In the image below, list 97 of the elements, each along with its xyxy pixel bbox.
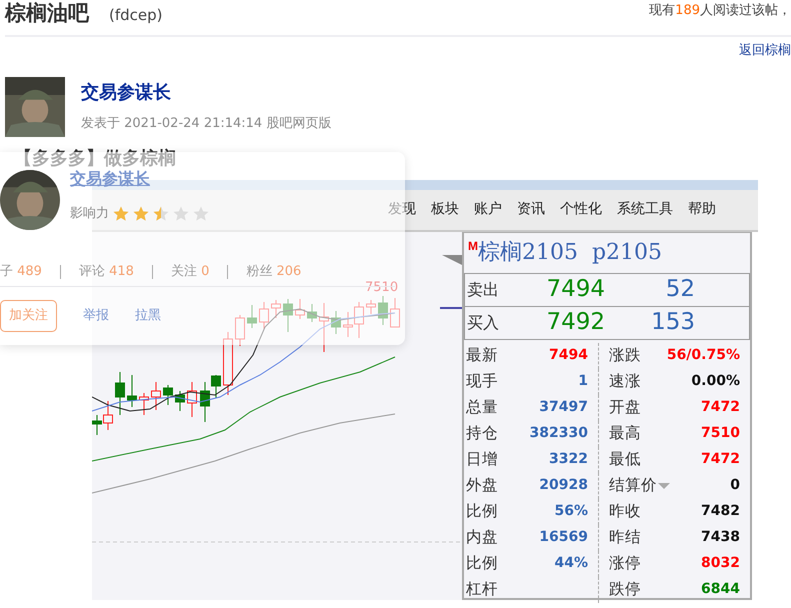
quote-value: 7472	[701, 450, 740, 469]
stat-text: 粉丝 206	[227, 264, 320, 278]
quote-label: 昨收	[609, 500, 641, 522]
price-value: 7492	[545, 308, 605, 338]
menu-item[interactable]: 发现	[388, 199, 416, 220]
candlestick	[259, 301, 269, 329]
volume-value: 52	[664, 275, 695, 304]
corner-triangle-icon	[442, 254, 462, 264]
price-line	[440, 306, 462, 308]
quote-label: 买入	[466, 312, 500, 334]
quote-value: 7494	[549, 346, 588, 365]
candlestick	[247, 304, 257, 328]
candlestick	[295, 298, 305, 319]
forum-code: (fdcep)	[109, 5, 163, 26]
candlestick	[103, 400, 113, 430]
quote-label: 昨结	[609, 526, 641, 548]
candlestick	[331, 310, 341, 334]
candlestick	[283, 298, 293, 332]
quote-label: 跌停	[609, 578, 641, 600]
candlestick	[115, 371, 125, 415]
quote-label: 外盘	[466, 474, 498, 496]
quote-label: 总量	[466, 396, 498, 418]
influence-label: 影响力	[70, 205, 109, 223]
quote-label: 卖出	[466, 278, 500, 300]
quote-value: 7472	[701, 398, 740, 417]
quote-value: 3322	[549, 450, 588, 469]
star-icon	[113, 206, 129, 222]
quote-label: 杠杆	[466, 578, 498, 600]
candlestick	[139, 392, 149, 415]
quote-value: 1	[578, 372, 588, 391]
back-link[interactable]: 返回棕榈	[739, 41, 791, 60]
quote-label: 最新	[466, 344, 498, 366]
quote-label: 涨跌	[609, 344, 641, 366]
stat-text: 子 489	[0, 264, 43, 278]
author-name[interactable]: 交易参谋长	[81, 79, 332, 106]
menu-item[interactable]: 账户	[474, 199, 502, 220]
candlestick	[366, 299, 376, 314]
quote-label: 日增	[466, 448, 498, 470]
star-icon	[153, 206, 169, 222]
forum-name[interactable]: 棕榈油吧	[5, 1, 89, 25]
candlestick	[319, 302, 329, 352]
quote-label: 涨停	[609, 552, 641, 574]
quote-label: 比例	[466, 500, 498, 522]
candlestick	[390, 297, 400, 327]
reader-count-text: 现有189人阅读过该帖，	[649, 2, 791, 20]
candlestick	[271, 299, 281, 318]
menu-item[interactable]: 个性化	[560, 199, 602, 220]
menu-item[interactable]: 帮助	[688, 199, 716, 220]
menu-item[interactable]: 资讯	[517, 199, 545, 220]
market-label: M	[468, 238, 478, 254]
post-meta: 发表于 2021-02-24 21:14:14 股吧网页版	[81, 115, 332, 134]
quote-label: 速涨	[609, 370, 641, 392]
candlestick	[307, 303, 317, 322]
quote-value: 0.00%	[691, 372, 740, 391]
price-value: 7494	[545, 275, 605, 304]
candlestick	[92, 414, 102, 435]
candlestick	[127, 374, 137, 407]
candlestick	[223, 331, 233, 395]
quote-value: 7510	[701, 424, 740, 443]
quote-value: 56/0.75%	[666, 346, 740, 365]
stat-text: 评论 418	[60, 264, 152, 278]
post-title: 【多多多】做多棕榈	[14, 146, 177, 170]
quote-label: 内盘	[466, 526, 498, 548]
quote-value: 44%	[554, 554, 588, 573]
quote-label: 结算价	[609, 474, 657, 496]
candlestick	[187, 381, 197, 417]
stat-text: 关注 0	[152, 264, 228, 278]
quote-value: 56%	[554, 502, 588, 521]
quote-value: 7438	[701, 528, 740, 547]
candlestick	[235, 314, 245, 346]
candlestick	[175, 390, 185, 411]
quote-label: 最低	[609, 448, 641, 470]
quote-value: 8032	[701, 554, 740, 573]
quote-value: 0	[730, 476, 740, 495]
star-icon	[133, 206, 149, 222]
menu-item[interactable]: 板块	[431, 199, 459, 220]
quote-label: 比例	[466, 552, 498, 574]
menu-item[interactable]: 系统工具	[617, 199, 673, 220]
candlestick	[378, 295, 388, 325]
quote-label: 最高	[609, 422, 641, 444]
quote-value: 20928	[539, 476, 588, 495]
candlestick	[343, 311, 353, 337]
quote-value: 7482	[701, 502, 740, 521]
candlestick	[354, 301, 364, 338]
quote-value: 6844	[701, 580, 740, 599]
quote-value: 37497	[539, 398, 588, 417]
volume-value: 153	[650, 308, 695, 338]
candlestick	[163, 384, 173, 405]
quote-label: 现手	[466, 370, 498, 392]
quote-value: 16569	[539, 528, 588, 547]
contract-name: 棕榈2105 p2105	[478, 239, 662, 267]
star-icon	[173, 206, 189, 222]
quote-label: 持仓	[466, 422, 498, 444]
candlestick	[151, 381, 161, 410]
quote-value: 382330	[530, 424, 588, 443]
star-icon	[193, 206, 209, 222]
quote-label: 开盘	[609, 396, 641, 418]
